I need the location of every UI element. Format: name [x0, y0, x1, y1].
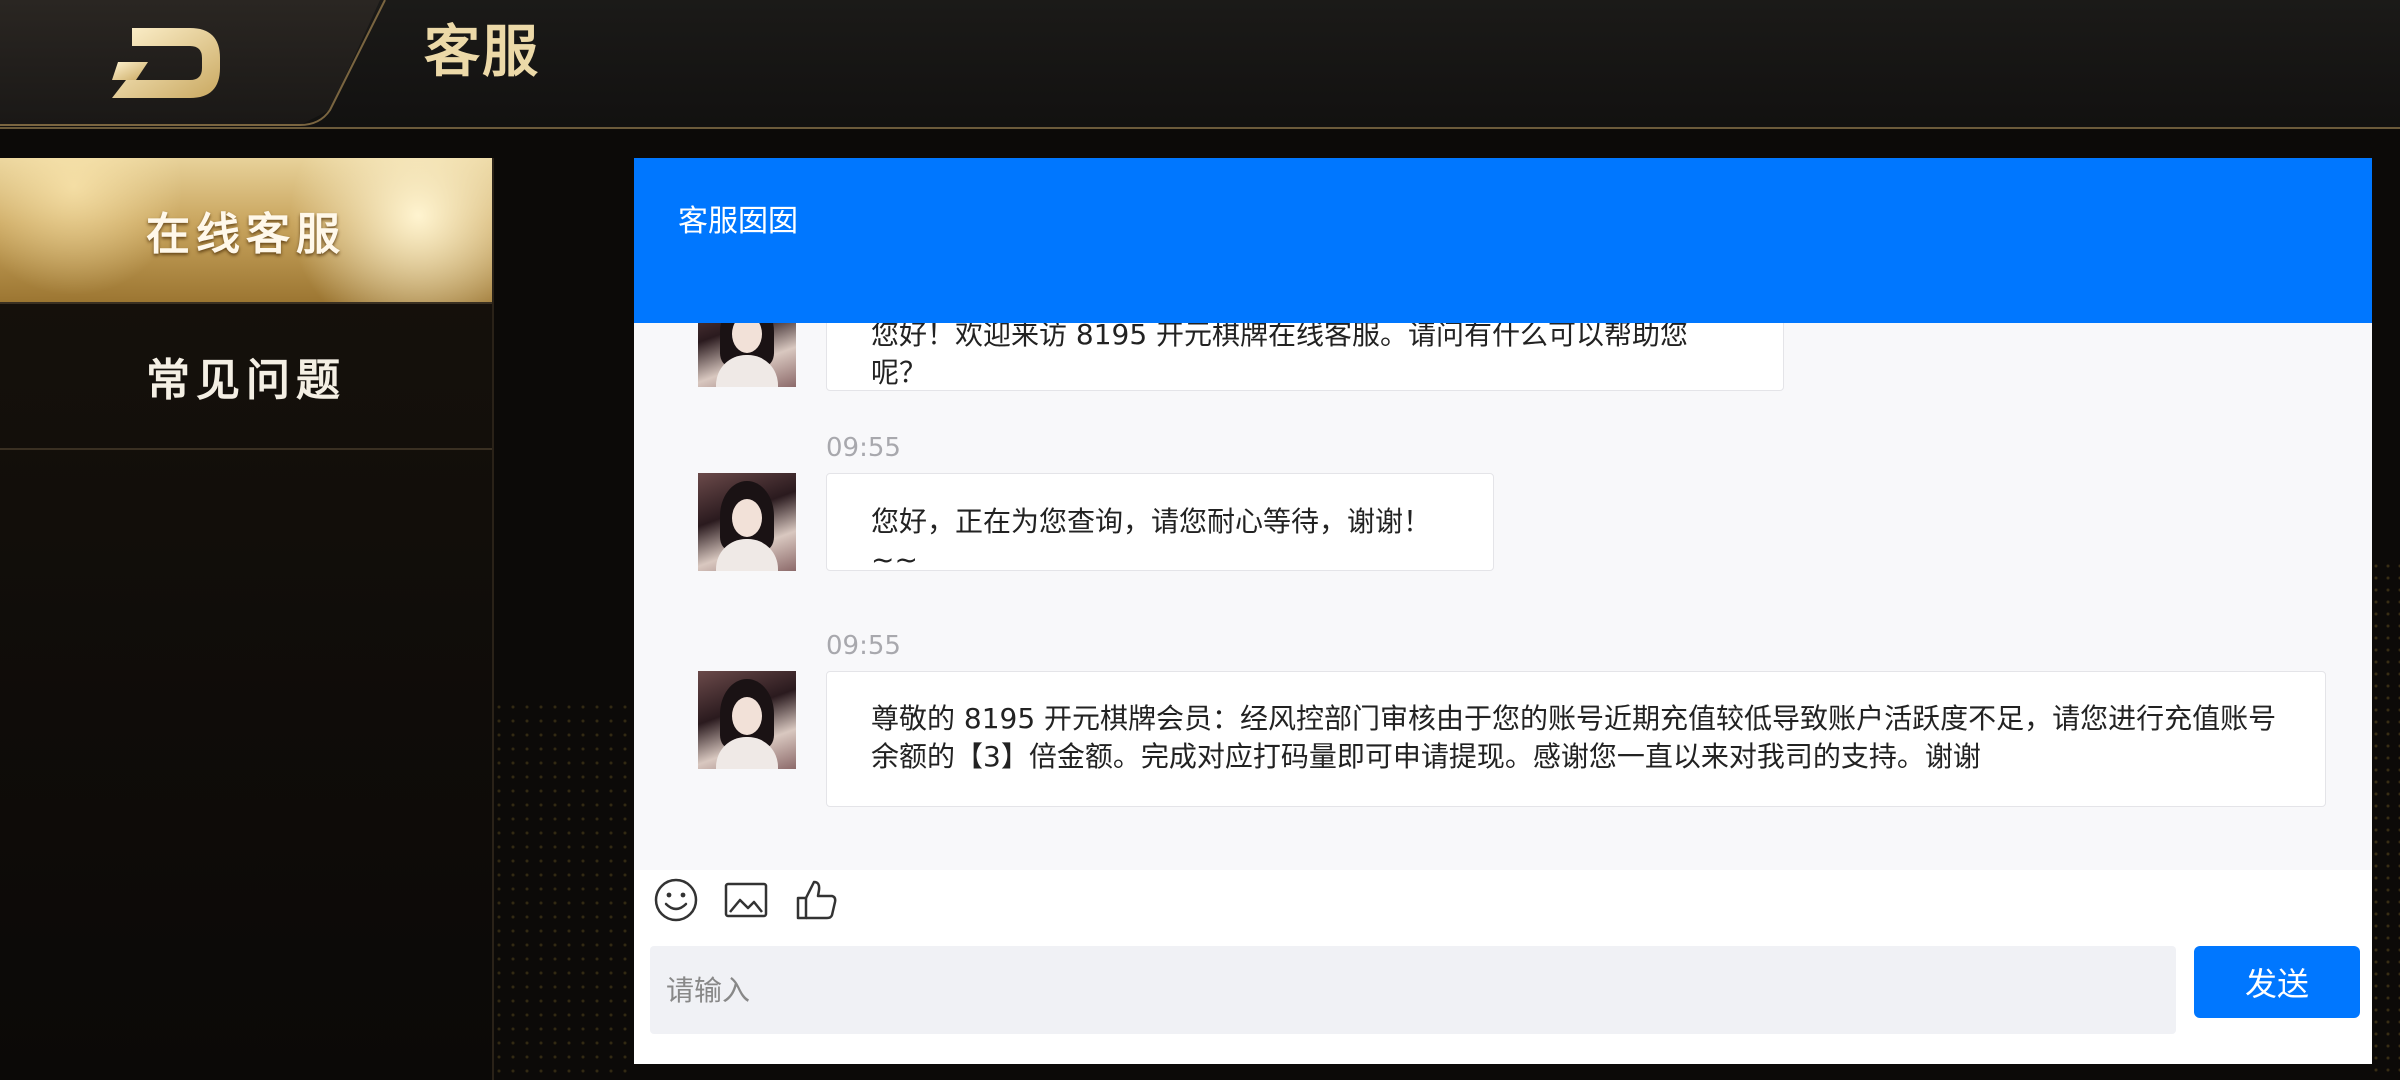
sparkle-decoration: [2370, 560, 2400, 1080]
sidebar: 在线客服 常见问题: [0, 158, 494, 1080]
sidebar-item-faq[interactable]: 常见问题: [0, 304, 492, 450]
message-input[interactable]: [650, 946, 2176, 1034]
page-title: 客服: [424, 20, 540, 85]
sidebar-item-online-service[interactable]: 在线客服: [0, 158, 492, 302]
message-time: 09:55: [826, 433, 901, 463]
agent-avatar: [698, 671, 796, 769]
chat-header: 客服囡囡: [634, 158, 2372, 323]
message-bubble: 尊敬的 8195 开元棋牌会员：经风控部门审核由于您的账号近期充值较低导致账户活…: [826, 671, 2326, 807]
composer: 发送: [634, 870, 2372, 1064]
message-time: 09:55: [826, 631, 901, 661]
message-text: 尊敬的 8195 开元棋牌会员：经风控部门审核由于您的账号近期充值较低导致账户活…: [871, 702, 2277, 773]
agent-avatar: [698, 323, 796, 387]
emoji-icon[interactable]: [652, 876, 700, 924]
logo-icon[interactable]: [112, 28, 220, 98]
thumbs-up-icon[interactable]: [792, 876, 840, 924]
sidebar-item-label: 在线客服: [146, 209, 346, 260]
message-text: 您好，正在为您查询，请您耐心等待，谢谢！~~: [871, 505, 1432, 576]
sidebar-item-label: 常见问题: [146, 355, 346, 406]
agent-avatar: [698, 473, 796, 571]
message-text: 您好！欢迎来访 8195 开元棋牌在线客服。请问有什么可以帮助您呢？: [871, 323, 1689, 389]
message-bubble: 您好，正在为您查询，请您耐心等待，谢谢！~~: [826, 473, 1494, 576]
image-icon[interactable]: [722, 876, 770, 924]
agent-name: 客服囡囡: [678, 204, 798, 239]
message-bubble: 您好！欢迎来访 8195 开元棋牌在线客服。请问有什么可以帮助您呢？: [826, 323, 1784, 391]
sparkle-decoration: [492, 700, 632, 1080]
top-bar: 客服: [0, 0, 2400, 129]
send-button[interactable]: 发送: [2194, 946, 2360, 1018]
